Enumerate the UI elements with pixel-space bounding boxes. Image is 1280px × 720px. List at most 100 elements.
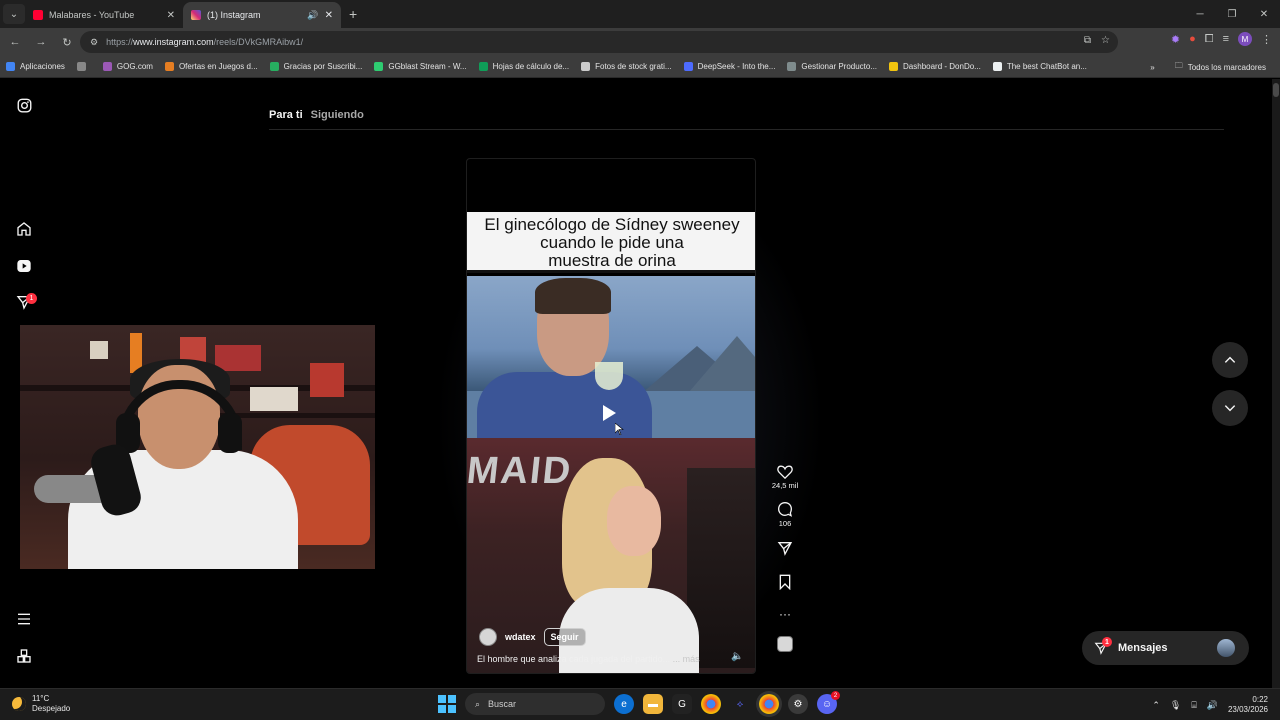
- bookmark-item[interactable]: Gestionar Producto...: [781, 62, 883, 71]
- search-icon: ⌕: [475, 698, 481, 709]
- bookmark-item[interactable]: GGblast Stream - W...: [368, 62, 472, 71]
- scrollbar-thumb[interactable]: [1273, 83, 1279, 97]
- bookmark-item[interactable]: Gracias por Suscribi...: [264, 62, 369, 71]
- reload-button[interactable]: ↻: [55, 30, 79, 54]
- time: 0:22: [1252, 695, 1268, 704]
- bookmark-star-icon[interactable]: ☆: [1101, 35, 1110, 46]
- folder-icon: 🗀: [1174, 61, 1183, 70]
- discord-icon[interactable]: ☺ 2: [817, 691, 840, 714]
- scrollbar[interactable]: [1272, 79, 1280, 688]
- more-link[interactable]: ... más: [673, 654, 700, 664]
- bookmark-item[interactable]: Hojas de cálculo de...: [473, 62, 576, 71]
- more-bookmarks-icon[interactable]: »: [1150, 63, 1154, 72]
- more-menu-icon[interactable]: [14, 609, 34, 629]
- reels-icon[interactable]: [14, 256, 34, 276]
- tab-for-you[interactable]: Para ti: [269, 109, 303, 121]
- tab-following[interactable]: Siguiendo: [311, 109, 364, 121]
- more-dots-icon[interactable]: ···: [779, 608, 791, 620]
- profile-avatar[interactable]: M: [1238, 32, 1252, 46]
- back-button[interactable]: ←: [3, 30, 27, 54]
- home-icon[interactable]: [14, 219, 34, 239]
- microphone-icon[interactable]: 🎙: [1170, 700, 1181, 711]
- audio-avatar-icon[interactable]: [777, 636, 793, 652]
- site-info-icon[interactable]: ⚙: [90, 37, 98, 48]
- taskbar-search[interactable]: ⌕ Buscar: [465, 693, 605, 715]
- tab-search-button[interactable]: ⌄: [3, 4, 25, 24]
- install-app-icon[interactable]: ⧉: [1084, 35, 1091, 46]
- comment-count: 106: [778, 519, 792, 528]
- vpn-icon[interactable]: ⟡: [730, 694, 750, 714]
- chrome-profile-icon[interactable]: [759, 694, 779, 714]
- next-reel-button[interactable]: [1212, 390, 1248, 426]
- tab-instagram[interactable]: (1) Instagram 🔊 ✕: [183, 2, 341, 28]
- more-options-action: ···: [770, 608, 800, 620]
- bookmark-item[interactable]: Ofertas en Juegos d...: [159, 62, 264, 71]
- bookmark-item[interactable]: GOG.com: [97, 62, 159, 71]
- messages-button[interactable]: 1 Mensajes: [1082, 631, 1249, 665]
- also-from-meta-icon[interactable]: [14, 646, 34, 666]
- maximize-button[interactable]: ❐: [1216, 0, 1248, 28]
- instagram-logo-icon[interactable]: [14, 95, 34, 115]
- heart-icon[interactable]: [777, 464, 793, 479]
- bookmark-item[interactable]: Aplicaciones: [0, 62, 71, 71]
- clock[interactable]: 0:22 23/03/2026: [1228, 695, 1268, 715]
- chatbot-icon: [992, 62, 1002, 71]
- save-action: [770, 574, 800, 590]
- url-scheme: https://: [106, 37, 134, 47]
- minimize-button[interactable]: ─: [1184, 0, 1216, 28]
- reel-player[interactable]: El ginecólogo de Sídney sweeney cuando l…: [466, 158, 756, 674]
- browser-menu-icon[interactable]: ⋮: [1261, 33, 1272, 46]
- extensions-puzzle-icon[interactable]: ⧠: [1205, 33, 1214, 46]
- extension-gear-icon[interactable]: ✹: [1171, 33, 1180, 46]
- volume-tray-icon[interactable]: 🔊: [1207, 700, 1218, 711]
- share-icon[interactable]: [777, 540, 793, 556]
- extension-red-icon[interactable]: ●: [1189, 33, 1196, 45]
- file-explorer-icon[interactable]: ▬: [643, 694, 663, 714]
- comment-icon[interactable]: [777, 501, 793, 517]
- speaker-icon[interactable]: 🔊: [307, 10, 318, 21]
- media-control-icon[interactable]: ≡: [1223, 33, 1229, 45]
- bookmark-item[interactable]: DeepSeek - Into the...: [678, 62, 782, 71]
- previous-reel-button[interactable]: [1212, 342, 1248, 378]
- chrome-icon[interactable]: [701, 694, 721, 714]
- close-window-button[interactable]: ✕: [1248, 0, 1280, 28]
- network-icon[interactable]: ⌸: [1191, 700, 1196, 711]
- collectible-box: [90, 341, 108, 359]
- bookmark-item[interactable]: Dashboard - DonDo...: [883, 62, 987, 71]
- tab-youtube[interactable]: Malabares - YouTube ✕: [25, 2, 183, 28]
- feed-tabs: Para ti Siguiendo: [269, 109, 364, 121]
- chevron-up-icon: [1224, 356, 1236, 363]
- bookmark-icon[interactable]: [778, 574, 792, 590]
- close-tab-icon[interactable]: ✕: [325, 10, 333, 21]
- new-tab-button[interactable]: +: [349, 6, 357, 22]
- weather-widget[interactable]: 11°C Despejado: [12, 694, 70, 714]
- forward-button[interactable]: →: [29, 30, 53, 54]
- messages-badge: 1: [1102, 637, 1112, 647]
- app-g-icon[interactable]: G: [672, 694, 692, 714]
- steam-icon[interactable]: ⚙: [788, 694, 808, 714]
- follow-button[interactable]: Seguir: [543, 628, 586, 646]
- tray-overflow-icon[interactable]: ⌃: [1152, 700, 1160, 711]
- man-hair: [535, 278, 611, 314]
- taskbar-apps: ⌕ Buscar e ▬ G ⟡ ⚙ ☺ 2: [438, 691, 840, 715]
- bookmark-item[interactable]: [71, 62, 97, 71]
- volume-icon[interactable]: 🔈: [731, 651, 743, 662]
- edge-icon[interactable]: e: [614, 694, 634, 714]
- bookmark-item[interactable]: The best ChatBot an...: [987, 62, 1093, 71]
- author-avatar[interactable]: [479, 628, 497, 646]
- description-text: El hombre que analiza cada jugada del pa…: [477, 654, 671, 664]
- collectible-box: [310, 363, 344, 397]
- windows-start-icon[interactable]: [438, 695, 456, 713]
- chevron-down-icon: [1224, 405, 1236, 412]
- browser-tab-bar: ⌄ Malabares - YouTube ✕ (1) Instagram 🔊 …: [0, 0, 1280, 28]
- close-tab-icon[interactable]: ✕: [167, 10, 175, 21]
- reel-description: El hombre que analiza cada jugada del pa…: [477, 654, 700, 664]
- messages-label: Mensajes: [1118, 642, 1168, 654]
- comment-action: 106: [770, 501, 800, 528]
- address-bar[interactable]: ⚙ https://www.instagram.com/reels/DVkGMR…: [80, 31, 1118, 53]
- bookmark-item[interactable]: Fotos de stock grati...: [575, 62, 677, 71]
- all-bookmarks-folder[interactable]: 🗀 Todos los marcadores: [1169, 60, 1272, 74]
- woman-face: [607, 486, 661, 556]
- play-icon[interactable]: [603, 405, 616, 421]
- author-username[interactable]: wdatex: [505, 632, 536, 642]
